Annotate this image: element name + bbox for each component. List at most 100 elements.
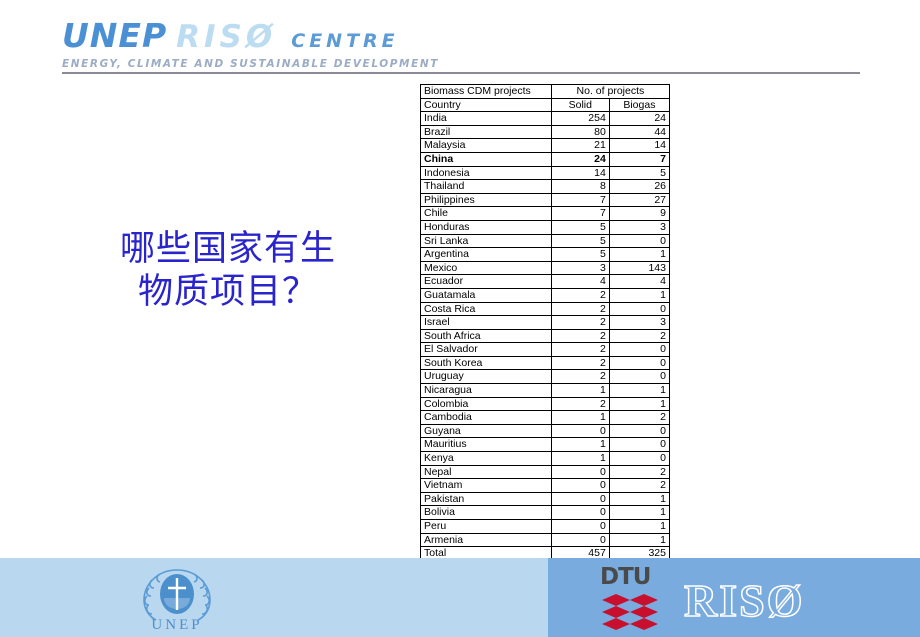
cell-solid: 1	[550, 383, 610, 398]
table-group-header-cell: No. of projects	[550, 84, 671, 99]
cell-solid: 4	[550, 274, 610, 289]
table-row: Kenya 1 0	[420, 451, 671, 466]
cell-solid: 0	[550, 491, 610, 507]
footer-left-band	[0, 558, 548, 637]
cell-solid: 0	[550, 519, 610, 534]
table-row: Colombia 2 1	[420, 396, 671, 412]
cell-biogas: 143	[608, 260, 671, 276]
cell-biogas: 4	[608, 274, 671, 289]
cell-biogas: 0	[608, 423, 671, 439]
cell-biogas: 26	[608, 179, 671, 194]
header-divider-rule	[62, 72, 860, 74]
cell-solid: 2	[550, 396, 610, 412]
cell-country: El Salvador	[420, 342, 552, 357]
cell-solid: 2	[550, 355, 610, 371]
cell-biogas: 2	[608, 328, 671, 344]
cell-biogas: 24	[608, 111, 671, 126]
cell-solid: 1	[550, 451, 610, 466]
cell-solid: 0	[550, 532, 610, 548]
cell-country: Sri Lanka	[420, 233, 552, 249]
cell-biogas: 3	[608, 219, 671, 235]
cell-country: South Africa	[420, 328, 552, 344]
table-row: Sri Lanka 5 0	[420, 233, 671, 249]
cell-country: Vietnam	[420, 478, 552, 493]
table-row: El Salvador 2 0	[420, 342, 671, 357]
table-row: Armenia 0 1	[420, 532, 671, 548]
table-row: Costa Rica 2 0	[420, 301, 671, 317]
table-data-rows: India 254 24 Brazil 80 44 Malaysia 21 14 China 24 7…	[420, 111, 671, 548]
cell-country: Peru	[420, 519, 552, 534]
cell-country: Honduras	[420, 219, 552, 235]
cell-biogas: 7	[608, 151, 671, 167]
cell-biogas: 5	[608, 165, 671, 181]
cell-country: Malaysia	[420, 138, 552, 153]
cell-country: Ecuador	[420, 274, 552, 289]
table-row: Guyana 0 0	[420, 423, 671, 439]
cell-solid: 3	[550, 260, 610, 276]
cell-country: Uruguay	[420, 369, 552, 385]
cell-biogas: 2	[608, 478, 671, 493]
cell-solid: 21	[550, 138, 610, 153]
cell-solid: 7	[550, 206, 610, 221]
cell-solid: 0	[550, 505, 610, 520]
table-title-cell: Biomass CDM projects	[420, 84, 552, 99]
table-row: Guatamala 2 1	[420, 287, 671, 303]
cell-solid: 2	[550, 287, 610, 303]
cell-country: South Korea	[420, 355, 552, 371]
cell-country: Argentina	[420, 247, 552, 262]
cell-biogas: 44	[608, 124, 671, 140]
cell-solid: 7	[550, 192, 610, 208]
table-row: Pakistan 0 1	[420, 491, 671, 507]
cell-country: Nicaragua	[420, 383, 552, 398]
table-row: Peru 0 1	[420, 519, 671, 534]
table-row: Ecuador 4 4	[420, 274, 671, 289]
cell-solid: 2	[550, 369, 610, 385]
cell-biogas: 0	[608, 369, 671, 385]
table-row: Mauritius 1 0	[420, 437, 671, 453]
table-row: Bolivia 0 1	[420, 505, 671, 520]
cell-biogas: 0	[608, 342, 671, 357]
table-row: Thailand 8 26	[420, 179, 671, 194]
table-row: Honduras 5 3	[420, 219, 671, 235]
cell-solid: 2	[550, 315, 610, 330]
cell-country: Bolivia	[420, 505, 552, 520]
slide-question-text: 哪些国家有生物质项目？	[119, 229, 336, 312]
table-row: India 254 24	[420, 111, 671, 126]
cell-country: Guatamala	[420, 287, 552, 303]
cell-country: Kenya	[420, 451, 552, 466]
cell-biogas: 0	[608, 451, 671, 466]
table-title-row: Biomass CDM projects No. of projects	[420, 84, 671, 99]
cell-country: Brazil	[420, 124, 552, 140]
cell-country: Mauritius	[420, 437, 552, 453]
cell-solid: 2	[550, 301, 610, 317]
logo-centre-text: CENTRE	[291, 30, 399, 52]
unep-footer-label: UNEP	[151, 617, 203, 633]
table-row: Israel 2 3	[420, 315, 671, 330]
unep-riso-centre-logo: UNEP RISØ CENTRE ENERGY, CLIMATE AND SUS…	[62, 16, 482, 70]
cell-country: Costa Rica	[420, 301, 552, 317]
column-header-solid: Solid	[550, 97, 610, 113]
logo-wordmark: UNEP RISØ CENTRE	[62, 16, 482, 55]
cell-country: Guyana	[420, 423, 552, 439]
cell-country: Israel	[420, 315, 552, 330]
riso-footer-wordmark: RISØ	[683, 574, 805, 627]
table-row: Mexico 3 143	[420, 260, 671, 276]
table-row: South Africa 2 2	[420, 328, 671, 344]
column-header-biogas: Biogas	[608, 97, 671, 113]
cell-solid: 2	[550, 342, 610, 357]
table-row: South Korea 2 0	[420, 355, 671, 371]
cell-biogas: 3	[608, 315, 671, 330]
cell-biogas: 2	[608, 410, 671, 425]
cell-biogas: 0	[608, 437, 671, 453]
table-row: Argentina 5 1	[420, 247, 671, 262]
cell-biogas: 1	[608, 247, 671, 262]
cell-biogas: 1	[608, 532, 671, 548]
table-row: Nepal 0 2	[420, 464, 671, 480]
table-row: Cambodia 1 2	[420, 410, 671, 425]
biomass-cdm-projects-table: Biomass CDM projects No. of projects Cou…	[420, 84, 671, 561]
cell-biogas: 1	[608, 383, 671, 398]
table-row: Uruguay 2 0	[420, 369, 671, 385]
cell-solid: 1	[550, 437, 610, 453]
column-header-country: Country	[420, 97, 552, 113]
table-row: Indonesia 14 5	[420, 165, 671, 181]
